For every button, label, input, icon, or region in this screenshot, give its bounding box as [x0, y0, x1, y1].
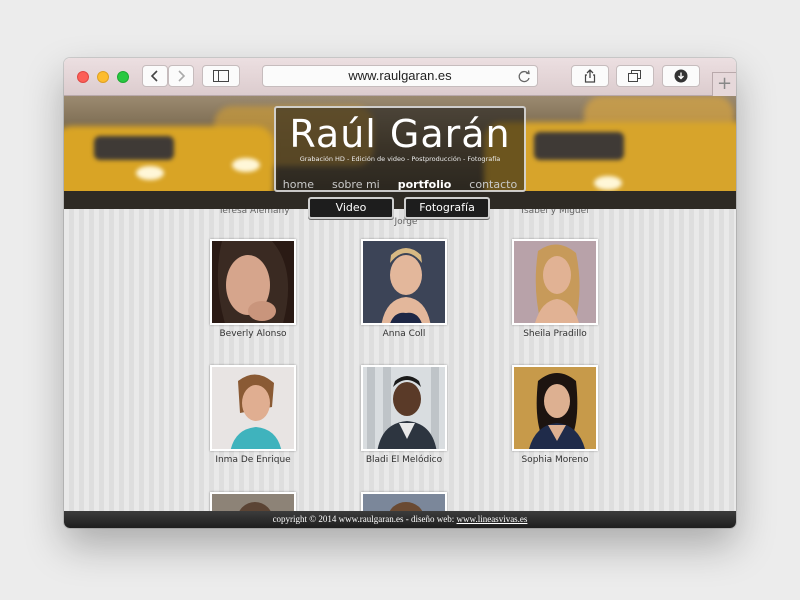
tabs-icon: [628, 69, 641, 82]
nav-portfolio[interactable]: portfolio: [398, 178, 452, 191]
cut-off-caption: Isabel y Miguel: [521, 209, 589, 216]
gallery-caption: Anna Coll: [382, 329, 426, 339]
zoom-window-button[interactable]: [117, 71, 129, 83]
nav-home[interactable]: home: [283, 178, 314, 191]
site-tagline: Grabación HD - Edición de video - Postpr…: [299, 155, 501, 163]
footer-designer-link[interactable]: www.lineasvivas.es: [457, 514, 528, 524]
download-icon: [674, 69, 688, 83]
portrait-image: [212, 241, 294, 323]
portrait-photo[interactable]: [512, 365, 598, 451]
road: [64, 191, 736, 209]
gallery-caption: Sheila Pradillo: [523, 329, 587, 339]
portrait-image: [514, 241, 596, 323]
gallery-item[interactable]: Sheila Pradillo: [511, 239, 599, 339]
portrait-photo[interactable]: [210, 239, 296, 325]
minimize-window-button[interactable]: [97, 71, 109, 83]
headlight: [136, 166, 164, 180]
gallery-caption: Beverly Alonso: [219, 329, 287, 339]
site-footer: copyright © 2014 www.raulgaran.es - dise…: [64, 511, 736, 528]
sidebar-icon: [213, 70, 229, 82]
share-icon: [584, 69, 596, 83]
chevron-right-icon: [178, 70, 186, 82]
nav-contacto[interactable]: contacto: [469, 178, 517, 191]
gallery-item[interactable]: Inma De Enrique: [209, 365, 297, 465]
sidebar-button[interactable]: [202, 65, 240, 87]
tabs-overview-button[interactable]: [616, 65, 654, 87]
webpage: Raúl Garán Grabación HD - Edición de vid…: [64, 96, 736, 528]
photo-tab-button[interactable]: Fotografía: [404, 197, 490, 219]
chevron-left-icon: [150, 70, 158, 82]
portrait-photo[interactable]: [361, 239, 447, 325]
portrait-photo[interactable]: [210, 365, 296, 451]
headlight: [232, 158, 260, 172]
gallery-item[interactable]: Sophia Moreno: [511, 365, 599, 465]
portrait-image: [212, 367, 294, 449]
video-tab-button[interactable]: Video: [308, 197, 394, 219]
portrait-image: [514, 367, 596, 449]
footer-copyright: copyright © 2014 www.raulgaran.es - dise…: [272, 514, 457, 524]
gallery-caption: Sophia Moreno: [521, 455, 589, 465]
taxi-window: [534, 132, 624, 160]
gallery-item[interactable]: Bladi El Melódico: [360, 365, 448, 465]
taxi-window: [94, 136, 174, 160]
header-banner: Raúl Garán Grabación HD - Edición de vid…: [64, 96, 736, 209]
gallery-item[interactable]: Beverly Alonso: [209, 239, 297, 339]
reload-icon[interactable]: [518, 69, 531, 89]
portrait-photo[interactable]: [512, 239, 598, 325]
portrait-image: [363, 241, 445, 323]
logo-box: Raúl Garán Grabación HD - Edición de vid…: [274, 106, 526, 192]
site-logo[interactable]: Raúl Garán: [276, 112, 524, 156]
nav-sobre-mi[interactable]: sobre mi: [332, 178, 380, 191]
gallery-caption: Inma De Enrique: [215, 455, 291, 465]
portrait-image: [363, 367, 445, 449]
main-nav: home sobre mi portfolio contacto: [276, 178, 524, 191]
downloads-button[interactable]: [662, 65, 700, 87]
forward-button[interactable]: [168, 65, 194, 87]
headlight: [594, 176, 622, 190]
cut-off-caption: Teresa Alemany: [218, 209, 290, 216]
close-window-button[interactable]: [77, 71, 89, 83]
back-button[interactable]: [142, 65, 168, 87]
address-bar[interactable]: www.raulgaran.es: [262, 65, 538, 87]
gallery-item[interactable]: Anna Coll: [360, 239, 448, 339]
share-button[interactable]: [571, 65, 609, 87]
gallery-caption: Bladi El Melódico: [365, 455, 443, 465]
browser-window: www.raulgaran.es + Raúl Garán Grabación …: [64, 58, 736, 528]
address-text: www.raulgaran.es: [348, 68, 452, 83]
new-tab-button[interactable]: +: [712, 72, 736, 96]
portrait-photo[interactable]: [361, 365, 447, 451]
browser-toolbar: www.raulgaran.es +: [64, 58, 736, 96]
